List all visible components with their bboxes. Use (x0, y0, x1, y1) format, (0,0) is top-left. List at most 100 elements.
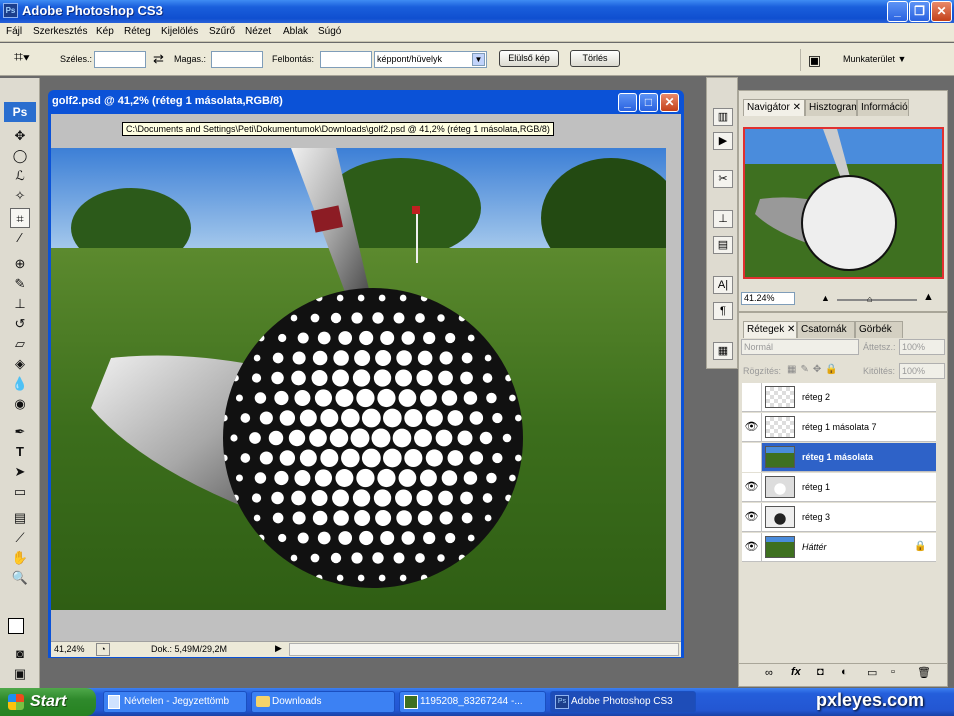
layer-row[interactable]: 👁 Háttér 🔒 (742, 533, 936, 562)
menu-file[interactable]: Fájl (6, 26, 22, 37)
menu-window[interactable]: Ablak (283, 26, 308, 37)
tool-presets-icon[interactable]: ✂ (713, 170, 733, 188)
clone-source-icon[interactable]: ⊥ (713, 210, 733, 228)
menu-edit[interactable]: Szerkesztés (33, 26, 87, 37)
menu-help[interactable]: Súgó (318, 26, 341, 37)
opacity-input[interactable]: 100% (899, 339, 945, 355)
crop-tool-preset-icon[interactable]: ⌗▾ (14, 49, 30, 67)
tab-histogram[interactable]: Hisztogram (805, 99, 857, 116)
taskbar-item-image[interactable]: 1195208_83267244 -... (399, 691, 546, 713)
fill-input[interactable]: 100% (899, 363, 945, 379)
layer-row[interactable]: 👁 réteg 1 (742, 473, 936, 502)
paint-bucket-icon[interactable]: ◈ (10, 354, 30, 374)
zoom-out-icon[interactable]: ▲ (821, 293, 830, 303)
eye-icon[interactable]: 👁 (742, 413, 762, 442)
hand-tool-icon[interactable]: ✋ (10, 548, 30, 568)
layer-row[interactable]: réteg 2 (742, 383, 936, 412)
start-button[interactable]: Start (0, 688, 96, 716)
doc-maximize-button[interactable]: □ (639, 93, 658, 112)
notes-tool-icon[interactable]: ▤ (10, 508, 30, 528)
eye-icon[interactable]: 👁 (742, 503, 762, 532)
doc-minimize-button[interactable]: _ (618, 93, 637, 112)
zoom-slider-handle-icon[interactable]: ⌂ (867, 294, 872, 304)
blend-mode-select[interactable]: Normál (741, 339, 859, 355)
zoom-level[interactable]: 41,24% (54, 644, 85, 654)
zoom-in-icon[interactable]: ▲ (923, 291, 934, 303)
eyedropper-icon[interactable]: ⟋ (10, 528, 30, 548)
healing-brush-icon[interactable]: ⊕ (10, 254, 30, 274)
taskbar-item-photoshop[interactable]: Ps Adobe Photoshop CS3 (550, 691, 696, 713)
eraser-tool-icon[interactable]: ▱ (10, 334, 30, 354)
layer-row[interactable]: 👁 réteg 3 (742, 503, 936, 532)
eye-icon[interactable]: 👁 (742, 473, 762, 502)
slice-tool-icon[interactable]: ∕ (10, 228, 30, 248)
visibility-toggle[interactable] (742, 383, 762, 412)
swap-icon[interactable]: ⇄ (153, 51, 164, 67)
character-panel-icon[interactable]: A| (713, 276, 733, 294)
link-layers-icon[interactable]: ∞ (765, 667, 773, 679)
lasso-tool-icon[interactable]: ℒ (10, 166, 30, 186)
screen-mode-icon[interactable]: ▣ (10, 664, 30, 684)
menu-view[interactable]: Nézet (245, 26, 271, 37)
doc-close-button[interactable]: ✕ (660, 93, 679, 112)
shape-tool-icon[interactable]: ▭ (10, 482, 30, 502)
height-input[interactable] (211, 51, 263, 68)
tab-curves[interactable]: Görbék (855, 321, 903, 338)
paragraph-panel-icon[interactable]: ¶ (713, 302, 733, 320)
workspace-menu[interactable]: Munkaterület ▼ (843, 54, 906, 64)
eye-icon[interactable]: 👁 (742, 533, 762, 562)
tab-channels[interactable]: Csatornák (797, 321, 855, 338)
navigator-zoom-input[interactable]: 41.24% (741, 292, 795, 305)
marquee-tool-icon[interactable]: ◯ (10, 146, 30, 166)
menu-select[interactable]: Kijelölés (161, 26, 198, 37)
brushes-panel-icon[interactable]: ▥ (713, 108, 733, 126)
navigator-preview[interactable] (743, 127, 944, 279)
history-brush-icon[interactable]: ↺ (10, 314, 30, 334)
type-tool-icon[interactable]: T (10, 442, 30, 462)
status-options-icon[interactable]: ◔ (96, 643, 110, 656)
crop-tool-icon[interactable]: ⌗ (10, 208, 30, 228)
trash-icon[interactable]: 🗑 (917, 666, 931, 679)
new-layer-icon[interactable]: ▫ (891, 666, 895, 678)
horizontal-scrollbar[interactable] (289, 643, 679, 656)
resolution-unit-select[interactable]: képpont/hüvelyk ▼ (374, 51, 487, 68)
dodge-tool-icon[interactable]: ◉ (10, 394, 30, 414)
magic-wand-tool-icon[interactable]: ✧ (10, 186, 30, 206)
layer-comps-icon[interactable]: ▦ (713, 342, 733, 360)
layer-style-icon[interactable]: fx (791, 666, 801, 678)
adjustment-layer-icon[interactable]: ◐ (841, 666, 848, 678)
clone-stamp-icon[interactable]: ⊥ (10, 294, 30, 314)
width-input[interactable] (94, 51, 146, 68)
zoom-tool-icon[interactable]: 🔍 (10, 568, 30, 588)
restore-button[interactable]: ❐ (909, 1, 930, 22)
menu-image[interactable]: Kép (96, 26, 114, 37)
foreground-color-swatch[interactable] (8, 618, 24, 634)
taskbar-item-downloads[interactable]: Downloads (251, 691, 395, 713)
lock-icons[interactable]: ▦✎✥🔒 (787, 364, 842, 375)
ps-logo-icon[interactable]: Ps (4, 102, 36, 122)
menu-layer[interactable]: Réteg (124, 26, 151, 37)
file-browser-icon[interactable]: ▣ (800, 49, 828, 71)
status-menu-arrow-icon[interactable]: ▶ (275, 643, 282, 654)
brush-tool-icon[interactable]: ✎ (10, 274, 30, 294)
new-group-icon[interactable]: ▭ (867, 666, 877, 679)
blur-tool-icon[interactable]: 💧 (10, 374, 30, 394)
front-image-button[interactable]: Elülső kép (499, 50, 559, 67)
resolution-input[interactable] (320, 51, 372, 68)
menu-filter[interactable]: Szűrő (209, 26, 235, 37)
zoom-slider[interactable] (837, 299, 917, 301)
pen-tool-icon[interactable]: ✒ (10, 422, 30, 442)
golf-composite-image[interactable] (51, 148, 666, 610)
clear-button[interactable]: Törlés (570, 50, 620, 67)
visibility-toggle[interactable] (742, 443, 762, 472)
move-tool-icon[interactable]: ✥ (10, 126, 30, 146)
minimize-button[interactable]: _ (887, 1, 908, 22)
taskbar-item-notepad[interactable]: Névtelen - Jegyzettömb (103, 691, 247, 713)
quick-mask-icon[interactable]: ◙ (10, 644, 30, 664)
layer-row-selected[interactable]: réteg 1 másolata (742, 443, 936, 472)
actions-panel-icon[interactable]: ▶ (713, 132, 733, 150)
tab-info[interactable]: Információ (857, 99, 909, 116)
layer-row[interactable]: 👁 réteg 1 másolata 7 (742, 413, 936, 442)
add-mask-icon[interactable]: ◘ (817, 666, 824, 678)
history-panel-icon[interactable]: ▤ (713, 236, 733, 254)
